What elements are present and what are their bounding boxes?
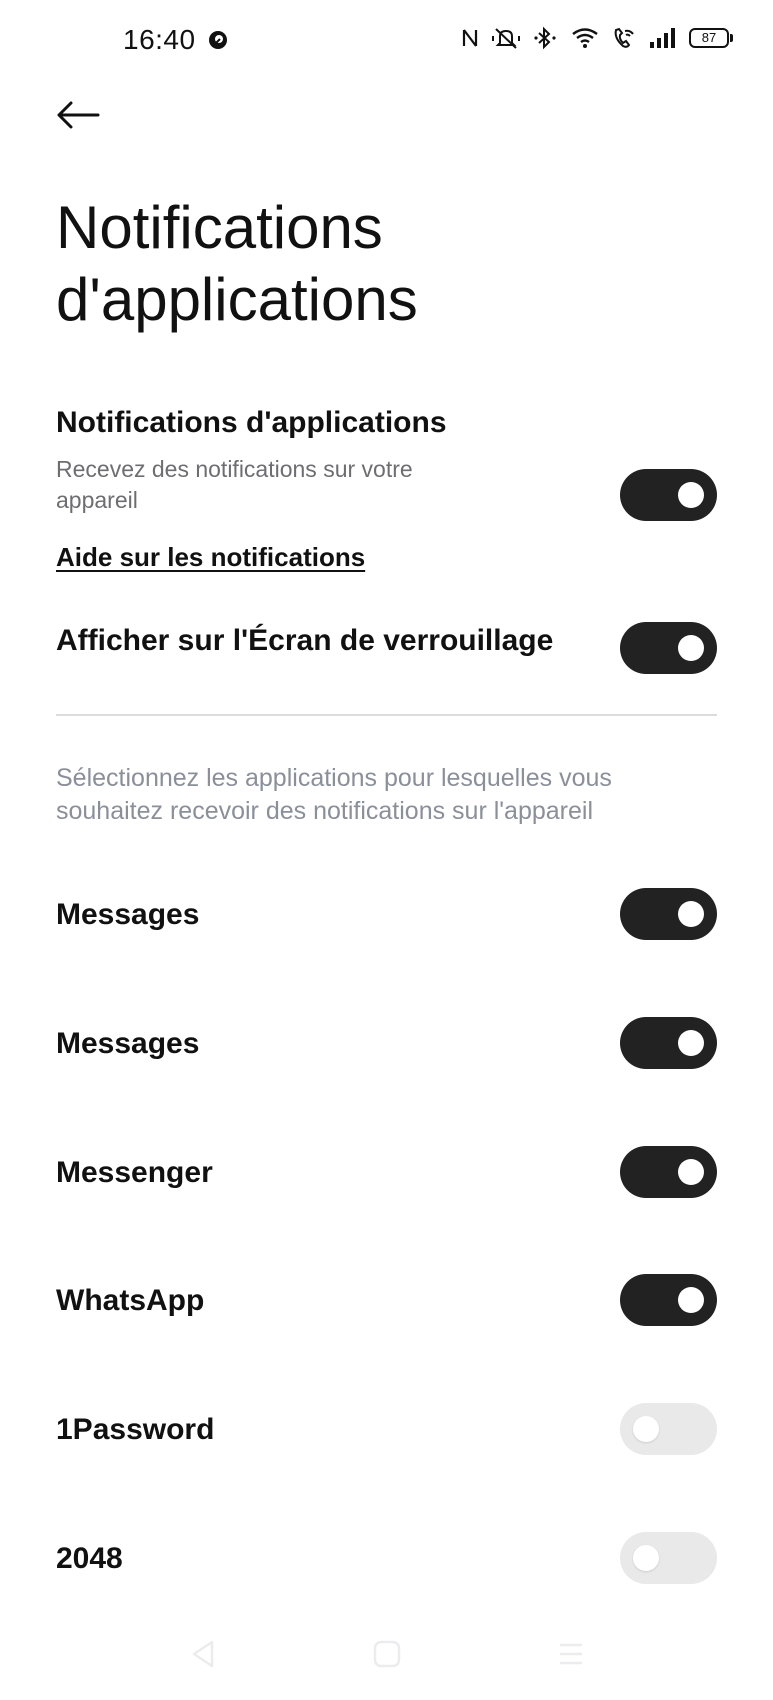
- battery-icon: 87: [689, 28, 733, 48]
- bluetooth-icon: [533, 26, 559, 50]
- app-notification-icon: [208, 30, 228, 55]
- app-item-label: Messenger: [56, 1156, 213, 1189]
- toggle-knob: [633, 1545, 659, 1571]
- status-icons: 87: [461, 26, 733, 50]
- notifications-setting-subtitle: Recevez des notifications sur votre appa…: [56, 456, 413, 513]
- signal-icon: [649, 26, 677, 50]
- back-button[interactable]: [56, 100, 116, 150]
- nfc-icon: [461, 26, 479, 50]
- app-toggle[interactable]: [620, 888, 717, 940]
- notifications-setting-title: Notifications d'applications: [56, 406, 447, 439]
- toggle-knob: [678, 1030, 704, 1056]
- toggle-knob: [678, 635, 704, 661]
- app-item-label: 1Password: [56, 1413, 215, 1446]
- recents-nav-icon[interactable]: [556, 1639, 586, 1674]
- back-nav-icon[interactable]: [188, 1639, 218, 1674]
- app-toggle[interactable]: [620, 1017, 717, 1069]
- app-toggle[interactable]: [620, 1532, 717, 1584]
- home-nav-icon[interactable]: [372, 1639, 402, 1674]
- section-description: Sélectionnez les applications pour lesqu…: [56, 764, 612, 825]
- notifications-toggle[interactable]: [620, 469, 717, 521]
- page-title: Notifications d'applications: [56, 194, 418, 333]
- navigation-bar: [0, 1625, 773, 1685]
- help-link[interactable]: Aide sur les notifications: [56, 542, 365, 573]
- toggle-knob: [678, 901, 704, 927]
- arrow-left-icon: [57, 101, 100, 129]
- status-time: 16:40: [123, 24, 196, 55]
- toggle-knob: [678, 1159, 704, 1185]
- app-item-label: 2048: [56, 1542, 123, 1575]
- toggle-knob: [678, 1287, 704, 1313]
- app-toggle[interactable]: [620, 1274, 717, 1326]
- wifi-icon: [571, 26, 599, 50]
- app-toggle[interactable]: [620, 1146, 717, 1198]
- lock-screen-label: Afficher sur l'Écran de verrouillage: [56, 624, 554, 657]
- wifi-calling-icon: [611, 26, 637, 50]
- divider: [56, 714, 717, 716]
- toggle-knob: [633, 1416, 659, 1442]
- app-item-label: WhatsApp: [56, 1284, 205, 1317]
- app-toggle[interactable]: [620, 1403, 717, 1455]
- toggle-knob: [678, 482, 704, 508]
- app-item-label: Messages: [56, 1027, 200, 1060]
- lock-screen-toggle[interactable]: [620, 622, 717, 674]
- status-bar: 16:40 87: [0, 0, 773, 86]
- app-item-label: Messages: [56, 898, 200, 931]
- silent-icon: [491, 26, 521, 50]
